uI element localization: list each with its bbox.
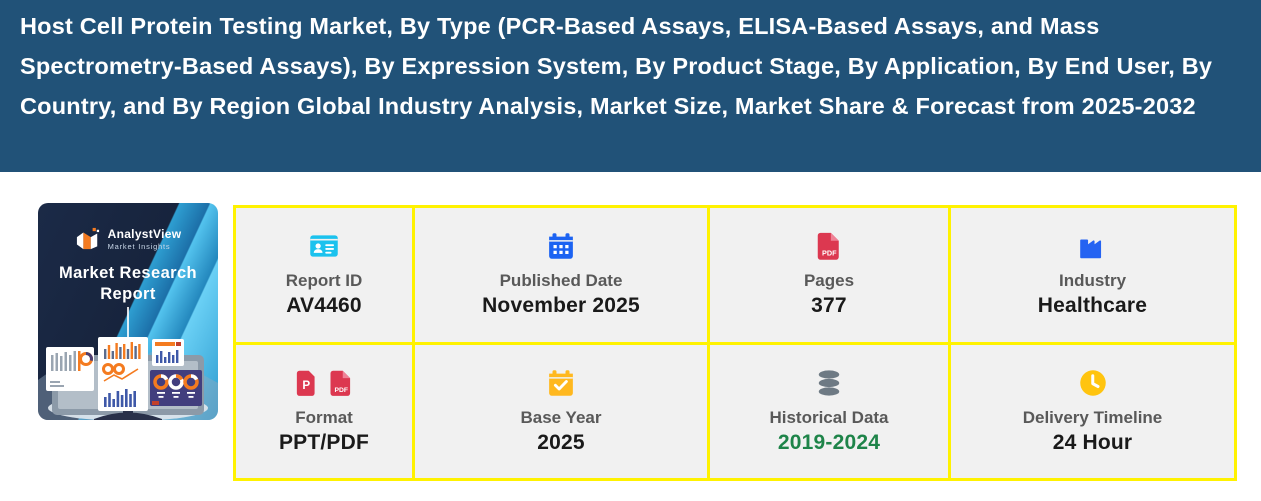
cell-label: Base Year	[521, 408, 602, 428]
ppt-file-icon: P	[293, 369, 321, 397]
info-cell-historical-data: Historical Data 2019-2024	[710, 345, 948, 479]
cell-label: Historical Data	[769, 408, 888, 428]
cell-label: Report ID	[286, 271, 363, 291]
cell-value: November 2025	[482, 294, 640, 318]
page-header: Host Cell Protein Testing Market, By Typ…	[0, 0, 1261, 172]
cell-value: Healthcare	[1038, 294, 1147, 318]
analystview-logo-icon	[75, 227, 101, 251]
brand-text: AnalystView Market Insights	[108, 227, 182, 251]
cell-label: Industry	[1059, 271, 1126, 291]
cell-value: 2025	[537, 431, 585, 455]
page-title: Host Cell Protein Testing Market, By Typ…	[20, 6, 1215, 126]
cell-value: PPT/PDF	[279, 431, 369, 455]
brand-tagline: Market Insights	[108, 242, 182, 251]
report-cover-thumbnail: AnalystView Market Insights Market Resea…	[38, 203, 218, 420]
cell-value: AV4460	[286, 294, 362, 318]
cell-label: Format	[295, 408, 353, 428]
cover-title: Market Research Report	[38, 263, 218, 305]
cell-label: Delivery Timeline	[1023, 408, 1163, 428]
cell-value: 24 Hour	[1053, 431, 1133, 455]
report-info-grid: Report ID AV4460 Published Date November…	[233, 205, 1237, 481]
calendar-icon	[546, 231, 576, 261]
svg-text:PDF: PDF	[334, 387, 348, 394]
factory-icon	[1078, 231, 1108, 261]
clock-icon	[1078, 368, 1108, 398]
pdf-file-icon: PDF	[327, 369, 355, 397]
svg-text:P: P	[302, 379, 310, 392]
pdf-file-icon: PDF	[814, 231, 844, 261]
info-cell-report-id: Report ID AV4460	[236, 208, 412, 342]
cell-value: 2019-2024	[778, 431, 880, 455]
calendar-check-icon	[546, 368, 576, 398]
id-card-icon	[309, 231, 339, 261]
brand-logo: AnalystView Market Insights	[38, 227, 218, 251]
monitor-charts-illustration	[38, 325, 218, 420]
cell-value: 377	[811, 294, 847, 318]
info-cell-format: P PDF Format PPT/PDF	[236, 345, 412, 479]
info-cell-pages: PDF Pages 377	[710, 208, 948, 342]
cell-label: Published Date	[500, 271, 623, 291]
svg-text:PDF: PDF	[822, 249, 837, 258]
database-icon	[814, 368, 844, 398]
info-cell-published-date: Published Date November 2025	[415, 208, 707, 342]
cell-label: Pages	[804, 271, 854, 291]
report-page: { "header": { "title": "Host Cell Protei…	[0, 0, 1261, 501]
info-cell-industry: Industry Healthcare	[951, 208, 1234, 342]
brand-name: AnalystView	[108, 227, 182, 241]
ppt-pdf-files-icon: P PDF	[293, 368, 355, 398]
info-cell-base-year: Base Year 2025	[415, 345, 707, 479]
info-cell-delivery-timeline: Delivery Timeline 24 Hour	[951, 345, 1234, 479]
